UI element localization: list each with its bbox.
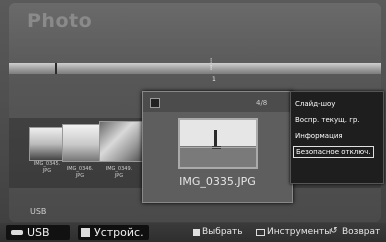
tools-icon [256, 229, 265, 236]
return-icon: ↺ [330, 226, 338, 236]
thumbnail-image [100, 122, 144, 161]
select-hint[interactable]: Выбрать [202, 227, 243, 237]
select-square-icon [193, 229, 200, 236]
page-title: Photo [27, 10, 93, 32]
preview-image [178, 118, 258, 169]
usb-button[interactable]: USB [6, 225, 70, 240]
bottom-bar: USB Устройс. Выбрать Инструменты ↺ Возвр… [0, 223, 386, 242]
preview-panel[interactable]: 4/8 IMG_0335.JPG [142, 91, 293, 203]
timeline-cursor-icon: ⁞ ⁞ [210, 57, 213, 72]
timeline-bar[interactable] [9, 63, 381, 74]
section-label: USB [30, 207, 47, 216]
timeline-tick [55, 63, 57, 74]
menu-item-play-current-group[interactable]: Воспр. текущ. гр. [295, 116, 360, 124]
preview-filename: IMG_0335.JPG [179, 175, 256, 188]
device-button[interactable]: Устройс. [78, 225, 149, 240]
preview-count: 4/8 [256, 99, 268, 107]
preview-header: 4/8 [143, 92, 292, 112]
preview-square-icon [150, 98, 160, 108]
thumbnail-label: IMG_0349. JPG [105, 166, 133, 179]
usb-icon [11, 230, 23, 235]
thumbnail-image [30, 128, 66, 160]
timeline-position-label: 1 [212, 76, 216, 83]
thumbnail-label: IMG_0346. JPG [66, 166, 94, 179]
menu-item-information[interactable]: Информация [295, 132, 343, 140]
back-hint[interactable]: Возврат [342, 227, 380, 237]
thumbnail-image [63, 125, 99, 161]
context-menu: Слайд-шоу Воспр. текущ. гр. Информация Б… [290, 91, 384, 184]
device-square-icon [81, 228, 90, 237]
device-button-label: Устройс. [94, 226, 144, 239]
lighthouse-icon [180, 120, 256, 167]
menu-item-safe-remove[interactable]: Безопасное отключ. [293, 146, 374, 158]
photo-browser-screen: Photo ⁞ ⁞ 1 IMG_0345. JPG IMG_0346. JPG IMG… [0, 0, 386, 242]
usb-button-label: USB [27, 226, 50, 239]
thumbnail-label: IMG_0345. JPG [33, 161, 61, 174]
thumbnail-3[interactable] [99, 121, 145, 162]
menu-item-slideshow[interactable]: Слайд-шоу [295, 100, 335, 108]
thumbnail-2[interactable] [62, 124, 100, 162]
tools-hint[interactable]: Инструменты [267, 227, 331, 237]
